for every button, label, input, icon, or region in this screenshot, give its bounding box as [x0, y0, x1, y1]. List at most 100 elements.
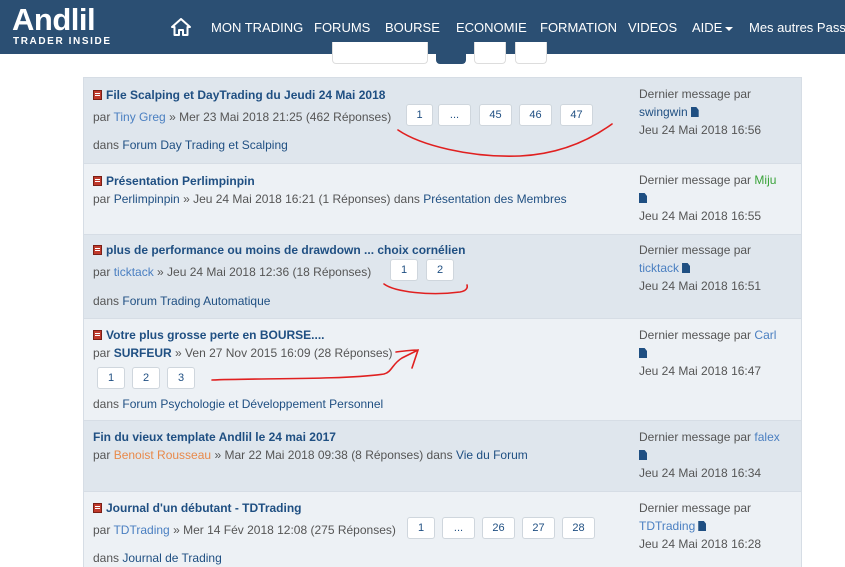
pager-next-page[interactable]	[474, 42, 506, 64]
nav-mon-trading[interactable]: MON TRADING	[211, 20, 303, 35]
topic-forum-link[interactable]: Forum Psychologie et Développement Perso…	[122, 397, 383, 411]
last-post-user[interactable]: TDTrading	[639, 519, 695, 533]
topic-title[interactable]: Votre plus grosse perte en BOURSE....	[93, 328, 325, 342]
page-button[interactable]: 45	[479, 104, 512, 126]
topic-row: Votre plus grosse perte en BOURSE.... pa…	[84, 319, 801, 421]
caret-down-icon	[725, 26, 734, 31]
last-post-user[interactable]: ticktack	[639, 261, 679, 275]
topic-row: plus de performance ou moins de drawdown…	[84, 235, 801, 319]
topic-forum-link[interactable]: Journal de Trading	[122, 551, 221, 565]
dans-label: dans	[93, 551, 120, 565]
topic-title[interactable]: plus de performance ou moins de drawdown…	[93, 243, 465, 257]
goto-last-post-icon[interactable]	[639, 348, 647, 358]
topic-title-text: Votre plus grosse perte en BOURSE....	[106, 328, 325, 342]
topic-title-text: plus de performance ou moins de drawdown…	[106, 243, 466, 257]
goto-last-post-icon[interactable]	[682, 263, 691, 273]
pager-label-box	[332, 42, 428, 64]
dans-label: dans	[93, 294, 120, 308]
topic-date: » Jeu 24 Mai 2018 16:21 (1 Réponses) dan…	[183, 192, 420, 206]
topic-forum-link[interactable]: Vie du Forum	[456, 448, 528, 462]
dans-label: dans	[93, 397, 120, 411]
topic-title[interactable]: File Scalping et DayTrading du Jeudi 24 …	[93, 88, 385, 102]
last-post-user[interactable]: swingwin	[639, 105, 688, 119]
topic-date: » Jeu 24 Mai 2018 12:36 (18 Réponses)	[157, 265, 372, 279]
page-button[interactable]: 1	[406, 104, 433, 126]
topic-date: » Ven 27 Nov 2015 16:09 (28 Réponses)	[175, 346, 393, 360]
nav-mes-autres-passions[interactable]: Mes autres Passi	[749, 20, 845, 35]
last-post-date: Jeu 24 Mai 2018 16:56	[639, 123, 762, 137]
last-post-date: Jeu 24 Mai 2018 16:51	[639, 279, 762, 293]
topic-author[interactable]: Perlimpinpin	[114, 192, 180, 206]
last-post-user[interactable]: falex	[754, 430, 779, 444]
last-post-user[interactable]: Miju	[754, 173, 776, 187]
page-button[interactable]: 1	[407, 517, 435, 539]
topic-forum-link[interactable]: Présentation des Membres	[423, 192, 566, 206]
topic-meta: par Benoist Rousseau » Mar 22 Mai 2018 0…	[93, 448, 528, 462]
goto-last-post-icon[interactable]	[639, 450, 647, 460]
topic-icon	[93, 245, 102, 255]
pager-next-arrow[interactable]	[515, 42, 547, 64]
topic-title-text: Journal d'un débutant - TDTrading	[106, 501, 302, 515]
last-post-date: Jeu 24 Mai 2018 16:47	[639, 364, 762, 378]
page-button[interactable]: 28	[562, 517, 595, 539]
page-button[interactable]: 1	[97, 367, 125, 389]
topic-title[interactable]: Fin du vieux template Andlil le 24 mai 2…	[93, 430, 336, 444]
last-post-user-line: TDTrading	[639, 519, 707, 533]
topic-icon	[93, 503, 102, 513]
nav-economie[interactable]: ECONOMIE	[456, 20, 527, 35]
last-post-label-line: Dernier message par Carl	[639, 328, 776, 342]
topic-row: Journal d'un débutant - TDTrading par TD…	[84, 492, 801, 567]
site-logo[interactable]: Andlil TRADER INSIDE	[12, 2, 112, 48]
nav-aide[interactable]: AIDE	[692, 20, 734, 35]
last-post-user[interactable]: Carl	[754, 328, 776, 342]
topic-row: Fin du vieux template Andlil le 24 mai 2…	[84, 421, 801, 492]
page-button[interactable]: 2	[426, 259, 454, 281]
page-button[interactable]: 46	[519, 104, 552, 126]
nav-bourse[interactable]: BOURSE	[385, 20, 440, 35]
last-post-label-line: Dernier message par falex	[639, 430, 780, 444]
topic-meta: par TDTrading » Mer 14 Fév 2018 12:08 (2…	[93, 523, 396, 537]
topic-author[interactable]: Benoist Rousseau	[114, 448, 211, 462]
topic-title-text: Présentation Perlimpinpin	[106, 174, 255, 188]
last-post-user-line: ticktack	[639, 261, 691, 275]
topic-date: » Mar 22 Mai 2018 09:38 (8 Réponses) dan…	[214, 448, 453, 462]
last-post-label: Dernier message par	[639, 328, 752, 342]
topic-author[interactable]: TDTrading	[113, 523, 169, 537]
goto-last-post-icon[interactable]	[639, 193, 647, 203]
page-button[interactable]: 2	[132, 367, 160, 389]
nav-formation[interactable]: FORMATION	[540, 20, 617, 35]
logo-text: Andlil	[12, 2, 96, 37]
dans-label: dans	[93, 138, 120, 152]
nav-forums[interactable]: FORUMS	[314, 20, 370, 35]
topic-forum-link[interactable]: Forum Day Trading et Scalping	[122, 138, 287, 152]
topic-author[interactable]: SURFEUR	[114, 346, 172, 360]
topic-title-text: File Scalping et DayTrading du Jeudi 24 …	[106, 88, 386, 102]
topic-date: » Mer 23 Mai 2018 21:25 (462 Réponses)	[169, 110, 392, 124]
pager-current-page[interactable]	[436, 42, 466, 64]
goto-last-post-icon[interactable]	[698, 521, 707, 531]
topic-meta: par Perlimpinpin » Jeu 24 Mai 2018 16:21…	[93, 192, 567, 206]
topic-title[interactable]: Présentation Perlimpinpin	[93, 174, 255, 188]
last-post-date: Jeu 24 Mai 2018 16:55	[639, 209, 762, 223]
last-post-date: Jeu 24 Mai 2018 16:28	[639, 537, 762, 551]
page-button[interactable]: 26	[482, 517, 515, 539]
last-post-label: Dernier message par	[639, 430, 752, 444]
topic-title[interactable]: Journal d'un débutant - TDTrading	[93, 501, 302, 515]
topic-forum-line: dans Forum Psychologie et Développement …	[93, 397, 383, 411]
topic-author[interactable]: ticktack	[114, 265, 154, 279]
home-icon[interactable]	[171, 18, 191, 36]
topic-author[interactable]: Tiny Greg	[113, 110, 165, 124]
topic-date: » Mer 14 Fév 2018 12:08 (275 Réponses)	[173, 523, 396, 537]
page-button[interactable]: 1	[390, 259, 418, 281]
topic-row: Présentation Perlimpinpin par Perlimpinp…	[84, 164, 801, 235]
page-button[interactable]: 27	[522, 517, 555, 539]
nav-aide-label: AIDE	[692, 20, 723, 35]
topic-forum-link[interactable]: Forum Trading Automatique	[122, 294, 270, 308]
page-button[interactable]: 3	[167, 367, 195, 389]
nav-videos[interactable]: VIDEOS	[628, 20, 677, 35]
page-button[interactable]: 47	[560, 104, 593, 126]
topic-meta: par SURFEUR » Ven 27 Nov 2015 16:09 (28 …	[93, 346, 393, 360]
last-post-label-line: Dernier message par Miju	[639, 173, 776, 187]
goto-last-post-icon[interactable]	[690, 107, 699, 117]
topic-icon	[93, 330, 102, 340]
